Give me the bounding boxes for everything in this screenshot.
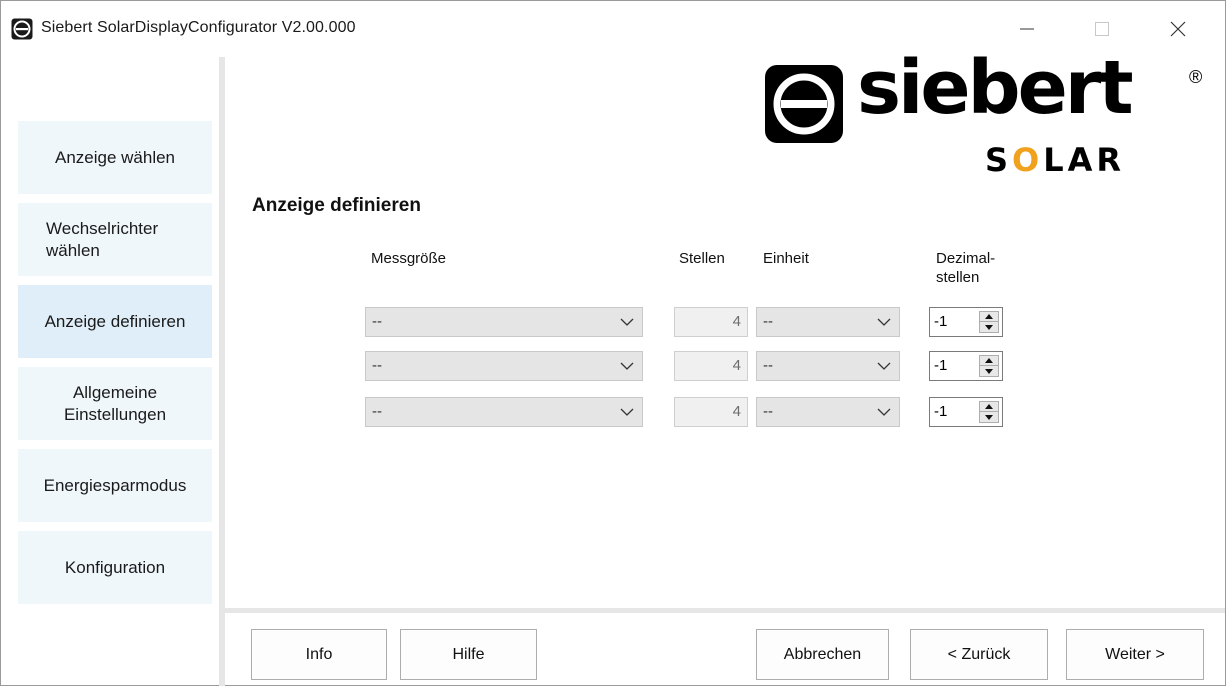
sidebar-item-anzeige-definieren[interactable]: Anzeige definieren <box>18 285 212 358</box>
sidebar-item-konfiguration[interactable]: Konfiguration <box>18 531 212 604</box>
chevron-down-icon <box>620 362 634 370</box>
messgroesse-value: -- <box>372 313 382 330</box>
dezimalstellen-value: -1 <box>934 357 948 374</box>
logo-solar-lar: LAR <box>1043 141 1126 179</box>
application-window: Siebert SolarDisplayConfigurator V2.00.0… <box>0 0 1226 686</box>
sidebar-item-label: Konfiguration <box>64 557 166 577</box>
dezimalstellen-value: -1 <box>934 313 948 330</box>
siebert-solar-logo: siebert ® SOLAR <box>765 51 1209 183</box>
sidebar-item-label: Anzeige definieren <box>44 311 186 331</box>
arrow-up-icon <box>985 404 993 409</box>
messgroesse-value: -- <box>372 357 382 374</box>
dezimalstellen-stepper-1[interactable]: -1 <box>929 307 1003 337</box>
dezimalstellen-stepper-3[interactable]: -1 <box>929 397 1003 427</box>
sidebar-item-label: Anzeige wählen <box>54 147 176 167</box>
info-button[interactable]: Info <box>251 629 387 680</box>
messgroesse-dropdown-1[interactable]: -- <box>365 307 643 337</box>
column-header-dezimalstellen: Dezimal- stellen <box>936 250 996 286</box>
einheit-dropdown-2[interactable]: -- <box>756 351 900 381</box>
chevron-down-icon <box>877 408 891 416</box>
minimize-icon <box>1020 28 1034 30</box>
sidebar-item-anzeige-waehlen[interactable]: Anzeige wählen <box>18 121 212 194</box>
messgroesse-value: -- <box>372 403 382 420</box>
footer-divider <box>225 608 1225 613</box>
close-button[interactable] <box>1155 9 1201 49</box>
maximize-icon <box>1095 22 1109 36</box>
sidebar-item-allgemeine-einstellungen[interactable]: Allgemeine Einstellungen <box>18 367 212 440</box>
column-header-einheit: Einheit <box>763 250 809 267</box>
einheit-dropdown-3[interactable]: -- <box>756 397 900 427</box>
einheit-value: -- <box>763 403 773 420</box>
arrow-down-icon <box>985 415 993 420</box>
registered-mark: ® <box>1189 67 1203 87</box>
stepper-buttons[interactable] <box>979 401 999 423</box>
siebert-logo-icon <box>765 65 843 143</box>
cancel-button[interactable]: Abbrechen <box>756 629 889 680</box>
stellen-field-1: 4 <box>674 307 748 337</box>
sidebar-item-label: Allgemeine Einstellungen <box>63 382 167 424</box>
arrow-down-icon <box>985 369 993 374</box>
logo-solar-s: S <box>985 141 1013 179</box>
window-title: Siebert SolarDisplayConfigurator V2.00.0… <box>41 19 356 36</box>
dezimalstellen-stepper-2[interactable]: -1 <box>929 351 1003 381</box>
wizard-sidebar: Anzeige wählen Wechselrichter wählen Anz… <box>1 57 219 685</box>
minimize-button[interactable] <box>1004 9 1050 49</box>
column-header-messgroesse: Messgröße <box>371 250 447 267</box>
arrow-up-icon <box>985 314 993 319</box>
chevron-down-icon <box>877 362 891 370</box>
stepper-buttons[interactable] <box>979 355 999 377</box>
sidebar-divider <box>219 57 225 686</box>
arrow-up-icon <box>985 358 993 363</box>
back-button[interactable]: < Zurück <box>910 629 1048 680</box>
arrow-down-icon <box>985 325 993 330</box>
einheit-value: -- <box>763 357 773 374</box>
sidebar-item-wechselrichter-waehlen[interactable]: Wechselrichter wählen <box>18 203 212 276</box>
column-header-stellen: Stellen <box>679 250 725 267</box>
dezimalstellen-value: -1 <box>934 403 948 420</box>
logo-solar-text: SOLAR <box>985 141 1125 179</box>
logo-wordmark: siebert <box>857 45 1134 131</box>
messgroesse-dropdown-2[interactable]: -- <box>365 351 643 381</box>
einheit-value: -- <box>763 313 773 330</box>
maximize-button[interactable] <box>1079 9 1125 49</box>
stellen-field-2: 4 <box>674 351 748 381</box>
close-icon <box>1170 21 1186 37</box>
chevron-down-icon <box>620 408 634 416</box>
logo-solar-o: O <box>1012 141 1044 179</box>
sidebar-item-label: Energiesparmodus <box>43 475 187 495</box>
page-title: Anzeige definieren <box>252 195 421 216</box>
stepper-buttons[interactable] <box>979 311 999 333</box>
sidebar-item-energiesparmodus[interactable]: Energiesparmodus <box>18 449 212 522</box>
chevron-down-icon <box>877 318 891 326</box>
next-button[interactable]: Weiter > <box>1066 629 1204 680</box>
sidebar-item-label: Wechselrichter wählen <box>46 218 159 260</box>
einheit-dropdown-1[interactable]: -- <box>756 307 900 337</box>
stellen-field-3: 4 <box>674 397 748 427</box>
chevron-down-icon <box>620 318 634 326</box>
help-button[interactable]: Hilfe <box>400 629 537 680</box>
messgroesse-dropdown-3[interactable]: -- <box>365 397 643 427</box>
app-icon <box>11 18 33 40</box>
